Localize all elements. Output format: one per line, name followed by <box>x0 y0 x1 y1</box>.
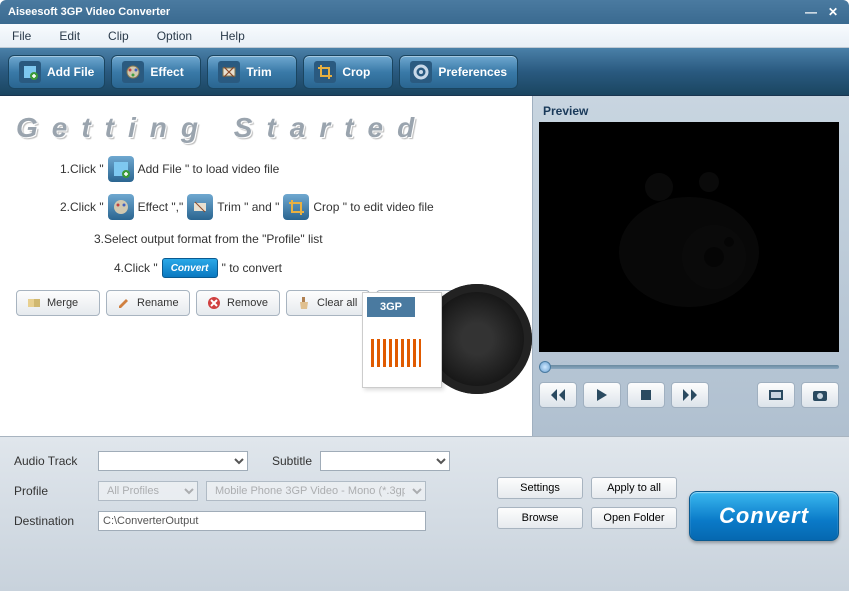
crop-icon <box>283 194 309 220</box>
effect-label: Effect <box>150 65 183 79</box>
crop-label: Crop <box>342 65 370 79</box>
toolbar: Add File Effect Trim Crop Preferences <box>0 48 849 96</box>
apply-to-all-button[interactable]: Apply to all <box>591 477 677 499</box>
convert-mini-icon: Convert <box>162 258 218 278</box>
add-file-button[interactable]: Add File <box>8 55 105 89</box>
profile-select[interactable]: Mobile Phone 3GP Video - Mono (*.3gp) <box>206 481 426 501</box>
profile-label: Profile <box>14 481 90 501</box>
merge-button[interactable]: Merge <box>16 290 100 316</box>
close-button[interactable]: ✕ <box>825 5 841 19</box>
stop-button[interactable] <box>627 382 665 408</box>
decorative-reel-image: 3GP <box>362 284 532 394</box>
preview-seek-slider[interactable] <box>539 358 839 376</box>
preview-viewport <box>539 122 839 352</box>
menu-file[interactable]: File <box>12 29 31 43</box>
crop-icon <box>314 61 336 83</box>
play-button[interactable] <box>583 382 621 408</box>
subtitle-label: Subtitle <box>272 454 312 468</box>
prev-button[interactable] <box>539 382 577 408</box>
add-file-icon <box>108 156 134 182</box>
app-title: Aiseesoft 3GP Video Converter <box>8 6 170 18</box>
menu-bar: File Edit Clip Option Help <box>0 24 849 48</box>
audio-track-label: Audio Track <box>14 451 90 471</box>
preview-panel: Preview <box>532 96 849 436</box>
preferences-button[interactable]: Preferences <box>399 55 518 89</box>
trim-button[interactable]: Trim <box>207 55 297 89</box>
settings-buttons: Settings Apply to all Browse Open Folder <box>497 451 677 581</box>
profile-group-select[interactable]: All Profiles <box>98 481 198 501</box>
audio-track-select[interactable] <box>98 451 248 471</box>
clear-all-icon <box>297 296 311 310</box>
trim-icon <box>218 61 240 83</box>
title-bar: Aiseesoft 3GP Video Converter — ✕ <box>0 0 849 24</box>
step-2: 2.Click " Effect "," Trim " and " Crop "… <box>60 194 522 220</box>
clear-all-button[interactable]: Clear all <box>286 290 370 316</box>
step-1: 1.Click " Add File " to load video file <box>60 156 522 182</box>
menu-option[interactable]: Option <box>157 29 192 43</box>
merge-icon <box>27 296 41 310</box>
effect-icon <box>122 61 144 83</box>
preferences-icon <box>410 61 432 83</box>
bottom-bar: Audio Track Subtitle Profile All Profile… <box>0 436 849 591</box>
preview-label: Preview <box>543 104 839 118</box>
settings-button[interactable]: Settings <box>497 477 583 499</box>
effect-button[interactable]: Effect <box>111 55 201 89</box>
destination-input[interactable] <box>98 511 426 531</box>
format-badge: 3GP <box>367 297 415 317</box>
step-3: 3.Select output format from the "Profile… <box>94 232 522 246</box>
rename-button[interactable]: Rename <box>106 290 190 316</box>
getting-started-heading: Getting Started <box>16 112 522 144</box>
next-button[interactable] <box>671 382 709 408</box>
browse-button[interactable]: Browse <box>497 507 583 529</box>
fullscreen-button[interactable] <box>757 382 795 408</box>
effect-icon <box>108 194 134 220</box>
open-folder-button[interactable]: Open Folder <box>591 507 677 529</box>
convert-button[interactable]: Convert <box>689 491 839 541</box>
rename-icon <box>117 296 131 310</box>
preferences-label: Preferences <box>438 65 507 79</box>
remove-icon <box>207 296 221 310</box>
preview-controls <box>539 382 839 408</box>
destination-label: Destination <box>14 511 90 531</box>
preview-placeholder-icon <box>599 157 779 317</box>
add-file-icon <box>19 61 41 83</box>
add-file-label: Add File <box>47 65 94 79</box>
step-4: 4.Click " Convert " to convert <box>114 258 522 278</box>
minimize-button[interactable]: — <box>803 5 819 19</box>
remove-button[interactable]: Remove <box>196 290 280 316</box>
menu-help[interactable]: Help <box>220 29 245 43</box>
menu-edit[interactable]: Edit <box>59 29 80 43</box>
crop-button[interactable]: Crop <box>303 55 393 89</box>
getting-started-steps: 1.Click " Add File " to load video file … <box>14 156 522 278</box>
main-panel: Getting Started 1.Click " Add File " to … <box>0 96 532 436</box>
settings-form: Audio Track Subtitle Profile All Profile… <box>14 451 485 581</box>
snapshot-button[interactable] <box>801 382 839 408</box>
menu-clip[interactable]: Clip <box>108 29 129 43</box>
trim-icon <box>187 194 213 220</box>
trim-label: Trim <box>246 65 271 79</box>
subtitle-select[interactable] <box>320 451 450 471</box>
